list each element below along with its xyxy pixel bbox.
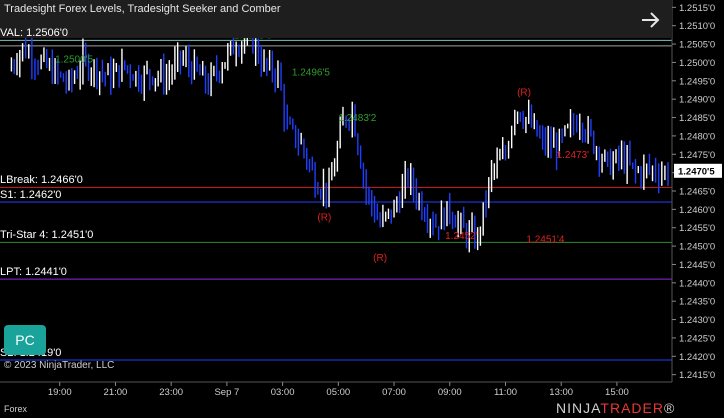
y-tick-label: 1.2435'0 [679, 297, 715, 308]
x-tick-label: 05:00 [326, 387, 350, 398]
y-tick-label: 1.2415'0 [679, 370, 715, 381]
y-tick-label: 1.2445'0 [679, 260, 715, 271]
y-tick-label: 1.2505'0 [679, 40, 715, 51]
level-annotation: (R) [517, 88, 531, 99]
x-tick-label: 09:00 [438, 387, 462, 398]
current-price-label: 1.2470'5 [678, 166, 715, 177]
level-label: LPT: 1.2441'0 [0, 266, 67, 279]
y-tick-label: 1.2510'0 [679, 21, 715, 32]
price-axis[interactable]: 1.2515'0 1.2510'0 1.2505'0 1.2500'0 1.2495'0… [672, 3, 722, 381]
pc-button[interactable]: PC [4, 325, 46, 355]
x-tick-label: 21:00 [104, 387, 128, 398]
y-tick-label: 1.2490'0 [679, 95, 715, 106]
level-annotation: 1.2500'5 [55, 54, 93, 65]
indicator-title: Tradesight Forex Levels, Tradesight Seek… [4, 3, 281, 15]
price-chart[interactable]: 1.2500'5 1.2505'0 1.2496'5 1.2483'2 1.2473' 1… [0, 0, 724, 418]
y-tick-label: 1.2485'0 [679, 113, 715, 124]
x-tick-label: 23:00 [159, 387, 183, 398]
y-tick-label: 1.2495'0 [679, 76, 715, 87]
level-label: S1: 1.2462'0 [0, 189, 62, 202]
y-tick-label: 1.2430'0 [679, 315, 715, 326]
y-tick-label: 1.2420'0 [679, 352, 715, 363]
level-annotation: 1.2483'2 [338, 113, 376, 124]
x-tick-label: 07:00 [382, 387, 406, 398]
x-tick-label: 03:00 [271, 387, 295, 398]
chart-header: Tradesight Forex Levels, Tradesight Seek… [0, 0, 672, 38]
level-annotation: 1.2451'4 [526, 234, 564, 245]
y-tick-label: 1.2440'0 [679, 278, 715, 289]
ninjatrader-logo: NINJATRADER® [556, 400, 675, 416]
y-tick-label: 1.2515'0 [679, 3, 715, 14]
y-tick-label: 1.2455'0 [679, 223, 715, 234]
level-annotation: (R) [373, 253, 387, 264]
x-tick-label: 11:00 [494, 387, 517, 398]
level-annotation: (R) [317, 212, 331, 223]
x-tick-label: 19:00 [48, 387, 72, 398]
arrow-right-icon[interactable] [640, 10, 662, 30]
y-tick-label: 1.2465'0 [679, 187, 715, 198]
level-label: LBreak: 1.2466'0 [0, 174, 83, 187]
y-tick-label: 1.2425'0 [679, 333, 715, 344]
y-tick-label: 1.2480'0 [679, 131, 715, 142]
logo-suffix: ® [663, 400, 676, 416]
level-label: Tri-Star 4: 1.2451'0 [0, 229, 94, 242]
y-tick-label: 1.2450'0 [679, 242, 715, 253]
level-annotation: 1.2473' [557, 150, 590, 161]
logo-main: NINJA [556, 400, 601, 416]
level-annotation: 1.2496'5 [292, 67, 330, 78]
instrument-tab[interactable]: Forex [4, 404, 27, 414]
logo-brand: TRADER [600, 400, 664, 416]
x-tick-label: Sep 7 [214, 387, 239, 398]
x-tick-label: 15:00 [605, 387, 629, 398]
level-label: VAL: 1.2506'0 [0, 27, 68, 40]
copyright: © 2023 NinjaTrader, LLC [4, 360, 115, 371]
x-tick-label: 13:00 [549, 387, 573, 398]
level-annotation: 1.2452' [445, 231, 478, 242]
y-tick-label: 1.2460'0 [679, 205, 715, 216]
y-tick-label: 1.2500'0 [679, 58, 715, 69]
y-tick-label: 1.2475'0 [679, 150, 715, 161]
